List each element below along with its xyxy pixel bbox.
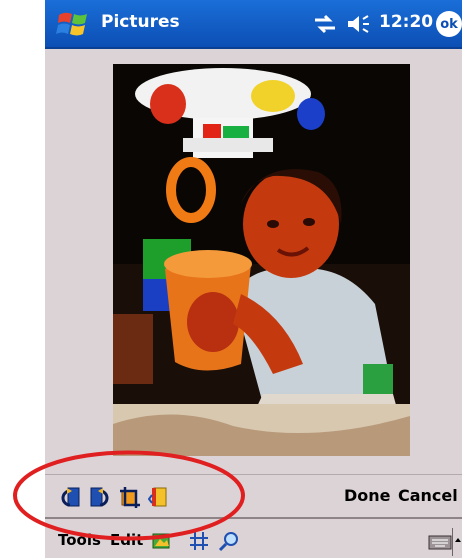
picture-tool-icon[interactable] bbox=[151, 530, 173, 552]
ok-button[interactable]: ok bbox=[436, 11, 462, 37]
picture-preview bbox=[113, 64, 410, 456]
pocketpc-screen: Pictures 12:20 ok Done Cancel Tools Edit bbox=[45, 0, 462, 558]
volume-icon[interactable] bbox=[346, 13, 372, 35]
title-bar: Pictures 12:20 ok bbox=[45, 0, 462, 49]
cancel-button[interactable]: Cancel bbox=[398, 486, 458, 505]
menu-tools[interactable]: Tools bbox=[58, 531, 101, 549]
grid-icon[interactable] bbox=[188, 530, 210, 552]
done-button[interactable]: Done bbox=[344, 486, 391, 505]
clock[interactable]: 12:20 bbox=[379, 12, 433, 32]
connectivity-icon[interactable] bbox=[313, 14, 337, 34]
contrast-icon[interactable] bbox=[148, 485, 170, 509]
rotate-left-icon[interactable] bbox=[59, 485, 81, 509]
zoom-icon[interactable] bbox=[218, 530, 240, 552]
edit-toolbar: Done Cancel bbox=[45, 474, 462, 518]
rotate-right-icon[interactable] bbox=[89, 485, 111, 509]
menu-bar: Tools Edit bbox=[45, 517, 462, 558]
windows-start-icon[interactable] bbox=[55, 9, 93, 39]
app-title: Pictures bbox=[101, 12, 180, 32]
keyboard-icon[interactable] bbox=[428, 533, 452, 551]
crop-icon[interactable] bbox=[119, 485, 141, 509]
sip-arrow-button[interactable] bbox=[452, 528, 462, 556]
menu-edit[interactable]: Edit bbox=[110, 531, 143, 549]
